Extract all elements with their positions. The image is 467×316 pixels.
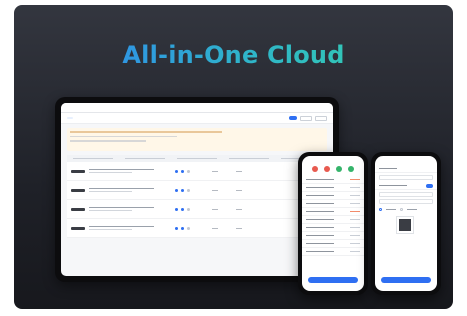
phone-primary-button	[308, 277, 358, 283]
device-icon	[71, 169, 85, 173]
list-item	[302, 176, 364, 184]
list-item	[302, 200, 364, 208]
alert-icon	[324, 166, 330, 172]
list-item	[302, 192, 364, 200]
check-icon	[336, 166, 342, 172]
list-item	[302, 216, 364, 224]
qr-code-icon	[396, 216, 414, 234]
phone-field	[379, 199, 433, 204]
phone-status-icons	[302, 166, 364, 172]
phone-primary-button	[381, 277, 431, 283]
list-item	[375, 182, 437, 190]
phone-field	[379, 192, 433, 197]
table-row	[67, 181, 327, 200]
tablet-tab-active	[67, 117, 73, 119]
tablet-table-header	[67, 155, 327, 162]
tablet-button	[300, 115, 312, 121]
tablet-device-table	[67, 155, 327, 238]
list-item	[302, 240, 364, 248]
tablet-tab	[79, 117, 85, 119]
phone-screen	[302, 156, 364, 291]
device-icon	[71, 207, 85, 211]
phone-radio-group	[375, 206, 437, 213]
tablet-tab-bar	[61, 113, 333, 124]
tablet-toggle	[289, 116, 297, 120]
list-item	[302, 208, 364, 216]
list-item	[302, 248, 364, 256]
phone-mockup-config	[371, 152, 441, 295]
phone-mockup-status	[298, 152, 368, 295]
tablet-screen	[61, 103, 333, 276]
device-icon	[71, 226, 85, 230]
table-row	[67, 219, 327, 238]
toggle-switch	[426, 183, 433, 188]
list-item	[302, 232, 364, 240]
table-row	[67, 200, 327, 219]
banner-title: All-in-One Cloud	[14, 41, 453, 69]
check-icon	[348, 166, 354, 172]
list-item	[302, 224, 364, 232]
alert-icon	[312, 166, 318, 172]
list-item	[375, 165, 437, 173]
tablet-mockup	[55, 97, 339, 282]
table-row	[67, 162, 327, 181]
tablet-notice	[67, 128, 327, 151]
device-icon	[71, 188, 85, 192]
tablet-toolbar	[289, 115, 327, 121]
promo-banner: All-in-One Cloud	[14, 5, 453, 309]
list-item	[302, 184, 364, 192]
phone-screen	[375, 156, 437, 291]
phone-field	[379, 175, 433, 180]
tablet-topbar	[61, 103, 333, 113]
tablet-button	[315, 115, 327, 121]
